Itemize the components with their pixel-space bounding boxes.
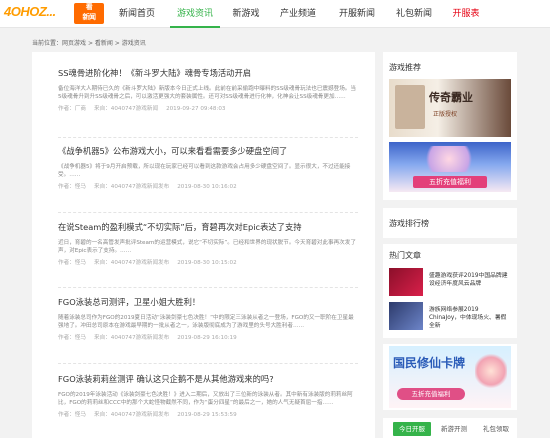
nav-label: 开服新闻 [338, 9, 375, 19]
banner-subtitle: 正版授权 [433, 111, 458, 118]
banner-game-2[interactable]: 五折充值福利 [389, 142, 511, 192]
nav-label: 游戏资讯 [176, 9, 213, 19]
nav-label: 开服表 [452, 9, 480, 19]
article-source: 来自：4040747游戏新闻发布 [93, 335, 170, 341]
tab-today-servers[interactable]: 今日开服 [393, 422, 431, 436]
banner-title: 传奇霸业 [429, 91, 473, 104]
banner-art [419, 146, 479, 172]
breadcrumb-home[interactable]: 网页游戏 [62, 40, 86, 47]
article-author: 作者：怪马 [58, 260, 86, 266]
top-nav-bar: 4OHOZ... 看 新闻 新闻首页 游戏资讯 新游戏 产业频道 开服新闻 礼包… [0, 0, 550, 28]
nav-home[interactable]: 新闻首页 [114, 0, 160, 28]
nav-game-news[interactable]: 游戏资讯 [170, 0, 220, 28]
article-item: SS魂骨进阶化神！《新斗罗大陆》魂骨专场活动开启 备位海洋大人期待已久的《新斗罗… [58, 68, 358, 113]
nav-label: 新闻首页 [118, 9, 155, 19]
article-time: 2019-08-30 10:16:02 [177, 184, 237, 190]
article-time: 2019-08-30 10:15:02 [177, 260, 237, 266]
article-title[interactable]: 在说Steam的盈利模式“不切实际”后，育碧再次对Epic表达了支持 [58, 222, 358, 233]
article-meta: 作者：怪马 来自：4040747游戏新闻发布 2019-08-29 15:53:59 [58, 411, 358, 419]
nav-label: 新游戏 [232, 9, 260, 19]
banner-caption: 五折充值福利 [413, 176, 487, 188]
nav-server-news[interactable]: 开服新闻 [334, 0, 380, 28]
hot-article-text: 游族网络参展2019 ChinaJoy，中体现场火、暑假全新 [429, 307, 507, 329]
logo-badge-bottom: 新闻 [82, 14, 97, 21]
hot-thumbnail [389, 268, 423, 296]
logo-text: 4OHOZ... [4, 4, 56, 19]
article-summary: 《战争机器5》将于9月开启预载，所以现在玩家已经可以看到这款游戏会占用多少硬盘空… [58, 164, 351, 178]
divider [58, 287, 358, 288]
article-source: 来自：4040747游戏新闻发布 [93, 412, 170, 418]
article-title[interactable]: 《战争机器5》公布游戏大小，可以来看看需要多少硬盘空间了 [58, 146, 358, 157]
breadcrumb-prefix: 当前位置： [32, 40, 63, 47]
nav-server-table[interactable]: 开服表 [448, 0, 484, 28]
article-meta: 作者：厂商 来自：4040747游戏新闻 2019-09-27 09:48:03 [58, 105, 358, 113]
hot-thumbnail [389, 302, 423, 330]
article-item: 在说Steam的盈利模式“不切实际”后，育碧再次对Epic表达了支持 近日，育碧… [58, 222, 358, 267]
tab-gift-claim[interactable]: 礼包领取 [477, 422, 515, 436]
breadcrumb-section[interactable]: 看新闻 [95, 40, 113, 47]
hot-article-item[interactable]: 盛趣游戏获评2019中国品牌建设经济年度风云品牌 [389, 268, 511, 296]
banner-title: 国民修仙卡牌 [393, 356, 466, 370]
hot-article-text: 盛趣游戏获评2019中国品牌建设经济年度风云品牌 [429, 273, 508, 287]
divider [58, 363, 358, 364]
ranking-panel: 游戏排行榜 [383, 208, 517, 238]
article-source: 来自：4040747游戏新闻 [93, 106, 159, 112]
site-logo[interactable]: 4OHOZ... 看 新闻 [4, 3, 104, 24]
logo-badge: 看 新闻 [74, 3, 104, 24]
article-title[interactable]: FGO泳装总司测评，卫星小姐大胜利！ [58, 297, 358, 308]
article-list: SS魂骨进阶化神！《新斗罗大陆》魂骨专场活动开启 备位海洋大人期待已久的《新斗罗… [32, 52, 375, 438]
breadcrumb-sep: > [112, 40, 122, 47]
article-time: 2019-08-29 15:53:59 [177, 412, 237, 418]
article-meta: 作者：怪马 来自：4040747游戏新闻发布 2019-08-30 10:15:02 [58, 259, 358, 267]
article-summary: 随着泳装总司作为FGO的2019夏日活动“泳装剑豪七色决胜！”中的限定三泳装从者… [58, 315, 354, 329]
logo-badge-top: 看 [85, 4, 93, 11]
banner-game-3[interactable]: 国民修仙卡牌 五折充值福利 [389, 346, 511, 408]
banner-art [475, 352, 507, 390]
breadcrumb-current: 游戏资讯 [121, 40, 146, 47]
nav-new-games[interactable]: 新游戏 [228, 0, 264, 28]
nav-label: 礼包新闻 [395, 9, 432, 19]
banner-art [395, 85, 425, 129]
article-time: 2019-08-29 16:10:19 [177, 335, 237, 341]
tab-new-tests[interactable]: 新游开测 [435, 422, 473, 436]
article-item: FGO泳装莉莉丝测评 确认这只企鹅不是从其他游戏来的吗? FGO的2019年泳装… [58, 374, 358, 419]
server-tabs: 今日开服 新游开测 礼包领取 [383, 418, 517, 438]
article-author: 作者：怪马 [58, 412, 86, 418]
banner-game-1[interactable]: 传奇霸业 正版授权 [389, 79, 511, 137]
article-author: 作者：厂商 [58, 106, 86, 112]
article-item: 《战争机器5》公布游戏大小，可以来看看需要多少硬盘空间了 《战争机器5》将于9月… [58, 146, 358, 191]
article-author: 作者：怪马 [58, 184, 86, 190]
divider [58, 212, 358, 213]
hot-articles-panel: 热门文章 盛趣游戏获评2019中国品牌建设经济年度风云品牌 游族网络参展2019… [383, 244, 517, 338]
ranking-title[interactable]: 游戏排行榜 [389, 218, 429, 229]
nav-gift-news[interactable]: 礼包新闻 [391, 0, 437, 28]
banner-panel: 国民修仙卡牌 五折充值福利 [383, 344, 517, 410]
nav-industry[interactable]: 产业频道 [275, 0, 321, 28]
article-meta: 作者：怪马 来自：4040747游戏新闻发布 2019-08-30 10:16:02 [58, 183, 358, 191]
article-author: 作者：怪马 [58, 335, 86, 341]
breadcrumb: 当前位置：网页游戏 > 看新闻 > 游戏资讯 [32, 38, 146, 47]
article-meta: 作者：怪马 来自：4040747游戏新闻发布 2019-08-29 16:10:19 [58, 334, 358, 342]
article-title[interactable]: FGO泳装莉莉丝测评 确认这只企鹅不是从其他游戏来的吗? [58, 374, 358, 385]
article-item: FGO泳装总司测评，卫星小姐大胜利！ 随着泳装总司作为FGO的2019夏日活动“… [58, 297, 358, 342]
article-summary: 近日，育碧的一名高管发声批评Steam的运营模式，说它“不切实际”。已经和世界的… [58, 240, 356, 254]
hot-title: 热门文章 [389, 251, 421, 260]
divider [58, 137, 358, 138]
article-title[interactable]: SS魂骨进阶化神！《新斗罗大陆》魂骨专场活动开启 [58, 68, 358, 79]
article-time: 2019-09-27 09:48:03 [166, 106, 226, 112]
article-summary: FGO的2019年泳装活动《泳装剑豪七色决胜！》进入二期后，又放出了三位新的泳装… [58, 392, 353, 406]
recommend-title: 游戏推荐 [389, 63, 421, 72]
nav-label: 产业频道 [279, 9, 316, 19]
hot-article-item[interactable]: 游族网络参展2019 ChinaJoy，中体现场火、暑假全新 [389, 302, 511, 330]
banner-caption: 五折充值福利 [397, 388, 465, 400]
recommend-panel: 游戏推荐 传奇霸业 正版授权 五折充值福利 [383, 52, 517, 200]
article-source: 来自：4040747游戏新闻发布 [93, 260, 170, 266]
article-summary: 备位海洋大人期待已久的《新斗罗大陆》新版本今日正式上线。此前在前采偷跑中曝料的S… [58, 86, 356, 100]
article-source: 来自：4040747游戏新闻发布 [93, 184, 170, 190]
breadcrumb-sep: > [86, 40, 95, 47]
